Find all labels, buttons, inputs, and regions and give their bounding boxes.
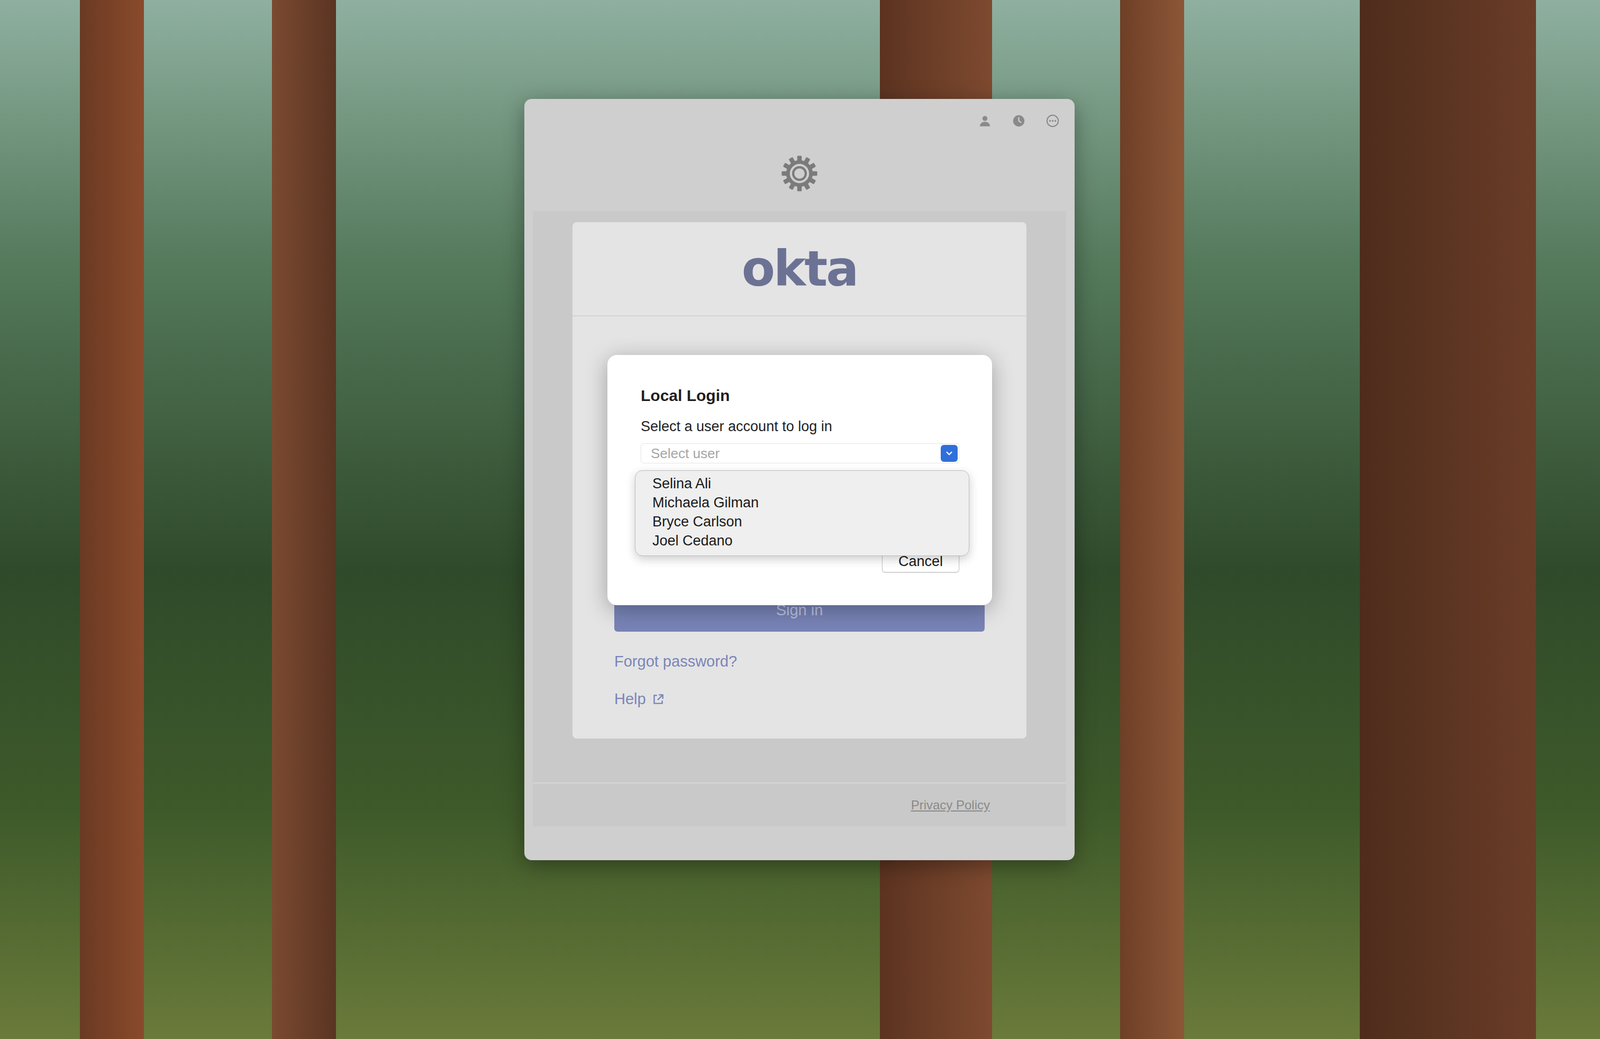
- privacy-policy-link[interactable]: Privacy Policy: [911, 797, 990, 813]
- window-header: [524, 98, 1075, 212]
- user-dropdown: Selina AliMichaela GilmanBryce CarlsonJo…: [634, 470, 970, 557]
- person-icon[interactable]: [977, 113, 993, 129]
- user-option[interactable]: Joel Cedano: [635, 531, 969, 551]
- user-option[interactable]: Selina Ali: [635, 474, 969, 494]
- window-footer: Privacy Policy: [532, 782, 1067, 827]
- user-option[interactable]: Michaela Gilman: [635, 493, 969, 513]
- clock-icon[interactable]: [1011, 113, 1026, 129]
- okta-logo: okta: [741, 240, 858, 298]
- login-window: oktaSign inForgot password?HelpPrivacy P…: [524, 98, 1075, 861]
- more-icon[interactable]: [1045, 113, 1060, 129]
- desktop: oktaSign inForgot password?HelpPrivacy P…: [0, 0, 1600, 1039]
- user-option[interactable]: Bryce Carlson: [635, 512, 969, 532]
- chevron-down-icon[interactable]: [940, 444, 958, 462]
- window-toolbar: [524, 98, 1075, 129]
- card-link[interactable]: Help: [614, 690, 985, 708]
- user-select[interactable]: Select user: [640, 443, 960, 464]
- card-link[interactable]: Forgot password?: [614, 652, 985, 671]
- card-header: okta: [572, 222, 1027, 317]
- dialog-prompt: Select a user account to log in: [640, 418, 960, 435]
- external-link-icon: [651, 692, 666, 707]
- gear-icon: [780, 155, 818, 193]
- local-login-dialog: Local Login Select a user account to log …: [607, 355, 993, 606]
- dialog-title: Local Login: [640, 386, 960, 405]
